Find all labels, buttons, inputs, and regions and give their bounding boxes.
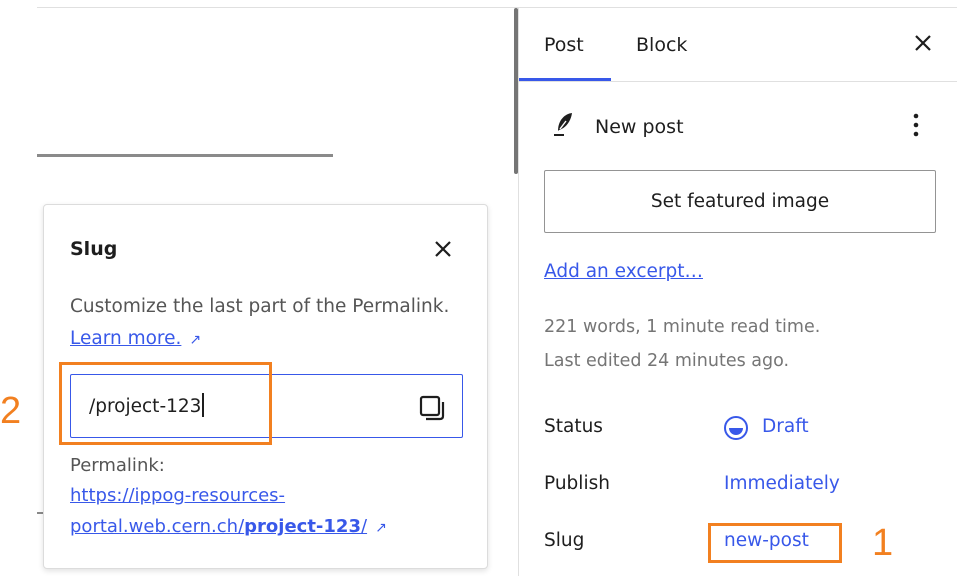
canvas-separator [37,154,333,157]
external-link-icon: ↗ [189,332,202,348]
learn-more-link[interactable]: Learn more. ↗ [70,328,201,349]
slug-label: Slug [544,530,585,551]
more-vertical-icon[interactable] [906,111,926,139]
close-icon[interactable] [432,238,454,260]
highlight-box-2 [59,362,272,445]
permalink-label: Permalink: [70,455,165,476]
tab-block[interactable]: Block [636,8,687,82]
post-summary-header: New post [544,108,944,148]
highlight-box-1 [708,523,842,563]
active-tab-indicator [519,78,611,81]
post-type-title: New post [595,116,684,138]
settings-sidebar: Post Block New post Set featured image A… [519,8,957,576]
popover-description: Customize the last part of the Permalink… [70,296,450,317]
status-label: Status [544,416,603,437]
learn-more-text[interactable]: Learn more. [70,328,181,349]
last-edited-text: Last edited 24 minutes ago. [544,351,790,371]
annotation-marker-2: 2 [0,390,22,432]
permalink-slug-part[interactable]: project-123 [244,516,361,537]
annotation-marker-1: 1 [872,522,894,564]
add-excerpt-link[interactable]: Add an excerpt… [544,261,703,282]
feather-icon [554,113,572,136]
permalink-trailing-slash[interactable]: / [361,516,367,537]
permalink-domain-part[interactable]: portal.web.cern.ch/ [70,516,244,537]
sidebar-tabs: Post Block [519,8,957,82]
set-featured-image-button[interactable]: Set featured image [544,170,936,233]
slug-popover: Slug Customize the last part of the Perm… [43,204,488,569]
permalink-url-line2[interactable]: portal.web.cern.ch/project-123/ ↗ [70,516,387,537]
status-value-button[interactable]: Draft [762,416,809,437]
external-link-icon: ↗ [375,520,387,536]
tab-post[interactable]: Post [544,8,584,82]
copy-icon[interactable] [418,394,446,422]
publish-date-button[interactable]: Immediately [724,473,840,494]
popover-title: Slug [70,238,118,260]
close-icon[interactable] [911,31,935,55]
publish-label: Publish [544,473,610,494]
word-count-text: 221 words, 1 minute read time. [544,317,821,337]
permalink-url-line1[interactable]: https://ippog-resources- [70,485,285,506]
draft-status-icon [724,416,748,440]
